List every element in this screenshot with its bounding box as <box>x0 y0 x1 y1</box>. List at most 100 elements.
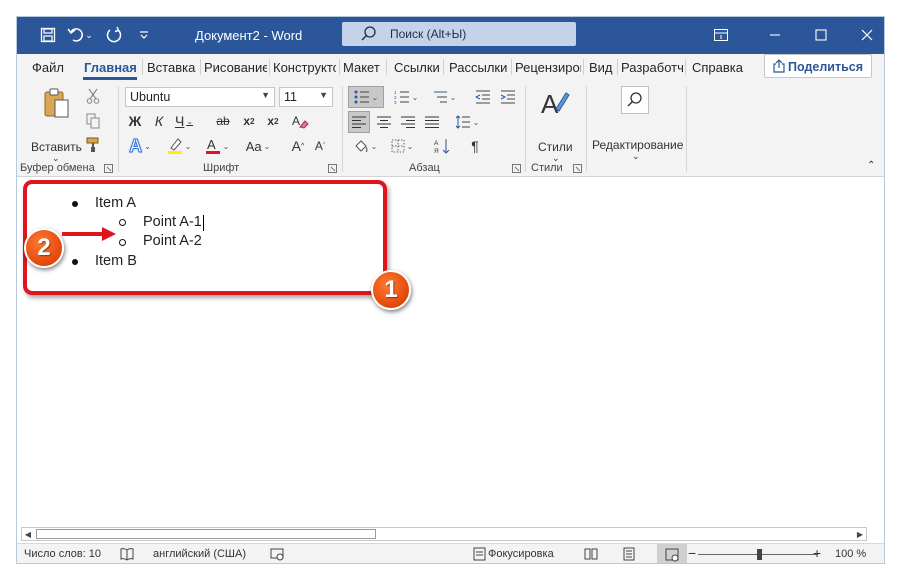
text-effects-icon[interactable]: A ⌄ <box>126 135 154 157</box>
chevron-down-icon: ▼ <box>261 90 270 100</box>
increase-indent-icon[interactable] <box>497 86 519 108</box>
borders-icon[interactable]: ⌄ <box>387 135 417 157</box>
search-box[interactable]: Поиск (Alt+Ы) <box>342 22 576 46</box>
paragraph-group-label: Абзац <box>409 162 440 174</box>
paste-label[interactable]: Вставить <box>31 140 82 154</box>
format-painter-icon[interactable] <box>83 135 103 155</box>
horizontal-scrollbar[interactable]: ◀ ▶ <box>21 527 867 541</box>
highlight-icon[interactable]: ⌄ <box>165 135 193 157</box>
chevron-down-icon: ▼ <box>319 90 328 100</box>
tab-draw[interactable]: Рисование <box>204 60 267 75</box>
styles-label[interactable]: Стили <box>538 140 573 154</box>
close-icon[interactable] <box>857 25 877 45</box>
share-button[interactable]: Поделиться <box>764 54 872 78</box>
justify-icon[interactable] <box>421 111 443 133</box>
zoom-out-icon[interactable]: − <box>688 545 696 561</box>
tab-help[interactable]: Справка <box>692 60 750 75</box>
font-size-select[interactable]: 11 ▼ <box>279 87 333 107</box>
focus-icon[interactable] <box>473 547 486 563</box>
customize-qat-icon[interactable] <box>133 24 155 46</box>
editing-dropdown-icon[interactable]: ⌄ <box>632 151 640 162</box>
dialog-launcher-icon[interactable] <box>328 164 337 173</box>
shading-icon[interactable]: ⌄ <box>350 135 380 157</box>
print-layout-icon[interactable] <box>623 547 635 563</box>
paste-icon[interactable] <box>39 86 75 120</box>
line-spacing-icon[interactable]: ⌄ <box>451 111 483 133</box>
find-icon[interactable] <box>621 86 649 114</box>
tab-divider <box>617 59 618 75</box>
maximize-icon[interactable] <box>811 25 831 45</box>
zoom-in-icon[interactable]: + <box>813 545 821 561</box>
font-size-value: 11 <box>284 90 297 104</box>
align-right-icon[interactable] <box>397 111 419 133</box>
scrollbar-thumb[interactable] <box>36 529 376 539</box>
ribbon-tabs: Файл Главная Вставка Рисование Конструкт… <box>17 54 884 80</box>
styles-icon[interactable]: A <box>536 86 572 120</box>
word-count[interactable]: Число слов: 10 <box>24 548 101 560</box>
clear-formatting-icon[interactable]: A <box>289 110 311 132</box>
show-formatting-icon[interactable]: ¶ <box>465 135 485 157</box>
web-layout-icon[interactable] <box>657 544 687 563</box>
decrease-indent-icon[interactable] <box>472 86 494 108</box>
tab-design[interactable]: Конструктор <box>273 60 336 75</box>
copy-icon[interactable] <box>83 111 103 131</box>
collapse-ribbon-icon[interactable]: ⌃ <box>867 160 875 171</box>
redo-icon[interactable] <box>103 24 125 46</box>
tab-mailings[interactable]: Рассылки <box>449 60 509 75</box>
font-name-select[interactable]: Ubuntu ▼ <box>125 87 275 107</box>
align-center-icon[interactable] <box>373 111 395 133</box>
underline-icon[interactable]: Ч ⌄ <box>172 110 196 132</box>
superscript-icon[interactable]: x2 <box>263 110 283 132</box>
accessibility-icon[interactable] <box>270 547 284 563</box>
tab-developer[interactable]: Разработчик <box>621 60 683 75</box>
subscript-icon[interactable]: x2 <box>239 110 259 132</box>
sort-icon[interactable]: AЯ <box>430 135 456 157</box>
multilevel-list-icon[interactable]: ⌄ <box>427 86 461 108</box>
tab-review[interactable]: Рецензирование <box>515 60 581 75</box>
italic-icon[interactable]: К <box>150 110 168 132</box>
undo-dropdown-icon[interactable]: ⌄ <box>83 24 95 46</box>
bullets-icon[interactable]: ⌄ <box>348 86 384 108</box>
minimize-icon[interactable] <box>765 25 785 45</box>
numbering-icon[interactable]: 1 2 3 ⌄ <box>389 86 423 108</box>
strikethrough-icon[interactable]: ab <box>213 110 233 132</box>
save-icon[interactable] <box>37 24 59 46</box>
focus-mode-label[interactable]: Фокусировка <box>488 548 554 560</box>
tab-view[interactable]: Вид <box>589 60 615 75</box>
zoom-level[interactable]: 100 % <box>835 548 866 560</box>
font-color-icon[interactable]: A ⌄ <box>203 135 231 157</box>
scroll-left-icon[interactable]: ◀ <box>22 528 34 540</box>
language-indicator[interactable]: английский (США) <box>153 548 246 560</box>
tab-insert[interactable]: Вставка <box>147 60 197 75</box>
zoom-slider-thumb[interactable] <box>757 549 762 560</box>
tab-layout[interactable]: Макет <box>343 60 383 75</box>
dialog-launcher-icon[interactable] <box>512 164 521 173</box>
read-mode-icon[interactable] <box>584 547 598 563</box>
dialog-launcher-icon[interactable] <box>104 164 113 173</box>
annotation-badge-1: 1 <box>371 270 411 310</box>
tab-divider <box>200 59 201 75</box>
tab-references[interactable]: Ссылки <box>394 60 439 75</box>
proofing-icon[interactable] <box>120 547 134 563</box>
group-divider <box>586 86 587 172</box>
tab-divider <box>386 59 387 75</box>
cut-icon[interactable] <box>83 86 103 106</box>
bold-icon[interactable]: Ж <box>126 110 144 132</box>
tab-home[interactable]: Главная <box>84 60 137 75</box>
shrink-font-icon[interactable]: Aˇ <box>310 135 330 157</box>
tab-file[interactable]: Файл <box>32 60 64 75</box>
editing-label[interactable]: Редактирование <box>592 138 683 152</box>
grow-font-icon[interactable]: A ^ <box>288 135 308 157</box>
ribbon-display-icon[interactable] <box>711 25 731 45</box>
annotation-badge-2: 2 <box>24 228 64 268</box>
svg-text:A: A <box>541 89 559 119</box>
align-left-icon[interactable] <box>348 111 370 133</box>
tab-divider <box>685 59 686 75</box>
dialog-launcher-icon[interactable] <box>573 164 582 173</box>
tab-divider <box>443 59 444 75</box>
svg-text:Я: Я <box>434 148 439 154</box>
ribbon: Вставить ⌄ Буфер обмена Ubuntu ▼ 11 ▼ Ж … <box>17 80 884 177</box>
change-case-icon[interactable]: Aa ⌄ <box>243 135 273 157</box>
share-label: Поделиться <box>788 60 864 74</box>
scroll-right-icon[interactable]: ▶ <box>854 528 866 540</box>
